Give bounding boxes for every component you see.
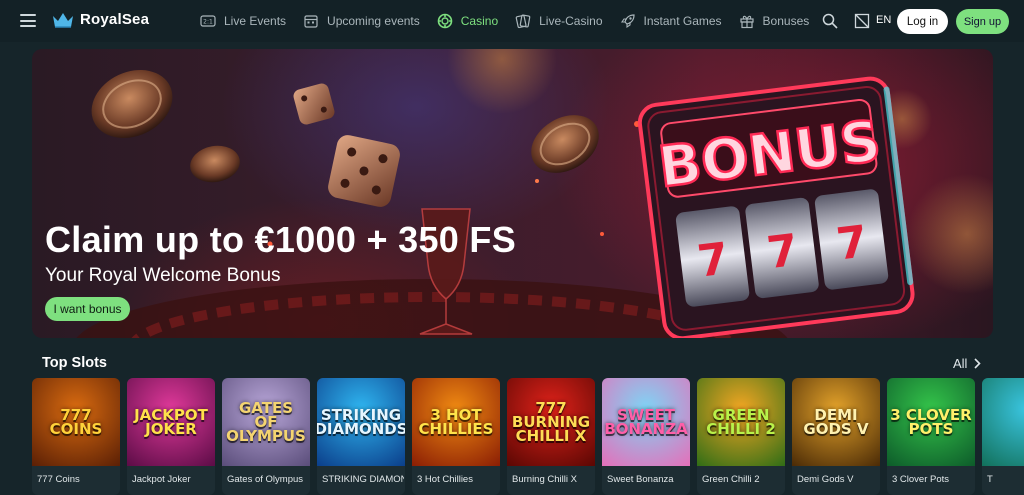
slot-title: 3 Clover Pots — [892, 474, 950, 485]
slots-carousel[interactable]: 777 COINS 777 Coins JACKPOT JOKER Jackpot J… — [32, 378, 1024, 495]
nav-live-casino[interactable]: Live-Casino — [515, 13, 603, 29]
svg-text:7: 7 — [695, 233, 732, 287]
nav-instant-games[interactable]: Instant Games — [620, 13, 722, 29]
search-icon[interactable] — [822, 13, 838, 29]
nav-upcoming-events[interactable]: Upcoming events — [303, 13, 420, 29]
nav-casino[interactable]: Casino — [437, 13, 498, 29]
slot-card[interactable]: 777 COINS 777 Coins — [32, 378, 120, 495]
slot-card[interactable]: T — [982, 378, 1024, 495]
brand-name: RoyalSea — [80, 11, 150, 28]
slot-thumbnail: 3 CLOVER POTS — [887, 378, 975, 466]
gift-icon — [739, 15, 754, 29]
slot-logo: GATES OF OLYMPUS — [226, 399, 306, 445]
slot-card[interactable]: STRIKING DIAMONDS STRIKING DIAMONDS — [317, 378, 405, 495]
menu-icon[interactable] — [20, 14, 36, 27]
language-selector[interactable]: EN — [876, 14, 891, 26]
signup-button[interactable]: Sign up — [956, 9, 1009, 34]
slot-title: Gates of Olympus — [227, 474, 304, 485]
slot-card[interactable]: GATES OF OLYMPUS Gates of Olympus — [222, 378, 310, 495]
slot-card[interactable]: SWEET BONANZA Sweet Bonanza — [602, 378, 690, 495]
main-nav: 2:1 Live Events Upcoming events Casino L… — [200, 0, 826, 42]
crown-icon — [53, 12, 73, 28]
banner-title: Claim up to €1000 + 350 FS — [45, 219, 517, 260]
slot-card[interactable]: GREEN CHILLI 2 Green Chilli 2 — [697, 378, 785, 495]
nav-label: Instant Games — [643, 14, 722, 28]
slot-title: 3 Hot Chillies — [417, 474, 473, 485]
banner-illustration: BONUS 7 7 7 — [76, 49, 993, 338]
slot-logo: 3 HOT CHILLIES — [418, 406, 494, 438]
slot-logo: GREEN CHILLI 2 — [706, 406, 776, 438]
theme-toggle-icon[interactable] — [854, 13, 870, 29]
slot-card[interactable]: 3 HOT CHILLIES 3 Hot Chillies — [412, 378, 500, 495]
slot-thumbnail: 3 HOT CHILLIES — [412, 378, 500, 466]
see-all-label: All — [953, 356, 968, 371]
nav-label: Casino — [460, 14, 499, 28]
slot-thumbnail: GATES OF OLYMPUS — [222, 378, 310, 466]
svg-text:7: 7 — [764, 225, 801, 279]
svg-text:7: 7 — [834, 216, 871, 270]
slot-title: Burning Chilli X — [512, 474, 577, 485]
top-header: RoyalSea 2:1 Live Events Upcoming events — [0, 0, 1024, 42]
svg-text:2:1: 2:1 — [203, 19, 213, 26]
casino-chip-icon — [437, 13, 453, 29]
slot-thumbnail — [982, 378, 1024, 466]
slot-logo: DEMI GODS V — [803, 406, 869, 438]
slot-card[interactable]: 3 CLOVER POTS 3 Clover Pots — [887, 378, 975, 495]
nav-label: Bonuses — [762, 14, 810, 28]
slot-thumbnail: STRIKING DIAMONDS — [317, 378, 405, 466]
nav-label: Live-Casino — [539, 14, 603, 28]
slot-thumbnail: 777 BURNING CHILLI X — [507, 378, 595, 466]
slot-logo: 777 BURNING CHILLI X — [511, 399, 591, 445]
slot-card[interactable]: 777 BURNING CHILLI X Burning Chilli X — [507, 378, 595, 495]
see-all-link[interactable]: All — [953, 356, 982, 371]
cards-icon — [515, 14, 531, 29]
slot-logo: 777 COINS — [49, 406, 103, 438]
slot-logo: SWEET BONANZA — [604, 406, 688, 438]
slot-title: Demi Gods V — [797, 474, 854, 485]
slot-title: 777 Coins — [37, 474, 80, 485]
slot-title: Sweet Bonanza — [607, 474, 674, 485]
slot-thumbnail: SWEET BONANZA — [602, 378, 690, 466]
slot-thumbnail: JACKPOT JOKER — [127, 378, 215, 466]
slot-logo: STRIKING DIAMONDS — [317, 406, 405, 438]
slot-thumbnail: DEMI GODS V — [792, 378, 880, 466]
slot-title: Jackpot Joker — [132, 474, 191, 485]
calendar-icon — [304, 15, 318, 28]
slot-title: Green Chilli 2 — [702, 474, 760, 485]
nav-label: Upcoming events — [327, 14, 420, 28]
nav-label: Live Events — [224, 14, 287, 28]
banner-subtitle: Your Royal Welcome Bonus — [45, 265, 281, 286]
slot-title: STRIKING DIAMONDS — [322, 474, 404, 485]
slot-title: T — [987, 474, 993, 485]
slot-logo: 3 CLOVER POTS — [890, 406, 972, 438]
slot-thumbnail: 777 COINS — [32, 378, 120, 466]
nav-bonuses[interactable]: Bonuses — [739, 13, 810, 29]
promo-banner[interactable]: BONUS 7 7 7 Claim up to €1000 + 350 FS Y… — [32, 49, 993, 338]
slot-card[interactable]: DEMI GODS V Demi Gods V — [792, 378, 880, 495]
slot-card[interactable]: JACKPOT JOKER Jackpot Joker — [127, 378, 215, 495]
login-button[interactable]: Log in — [897, 9, 948, 34]
brand-logo[interactable]: RoyalSea — [52, 11, 149, 28]
want-bonus-button[interactable]: I want bonus — [45, 297, 130, 321]
chevron-right-icon — [974, 358, 982, 369]
section-title: Top Slots — [42, 355, 107, 371]
slot-thumbnail: GREEN CHILLI 2 — [697, 378, 785, 466]
rocket-icon — [620, 14, 635, 29]
nav-live-events[interactable]: 2:1 Live Events — [200, 13, 286, 29]
live-events-icon: 2:1 — [200, 15, 216, 27]
slot-logo: JACKPOT JOKER — [134, 406, 208, 438]
